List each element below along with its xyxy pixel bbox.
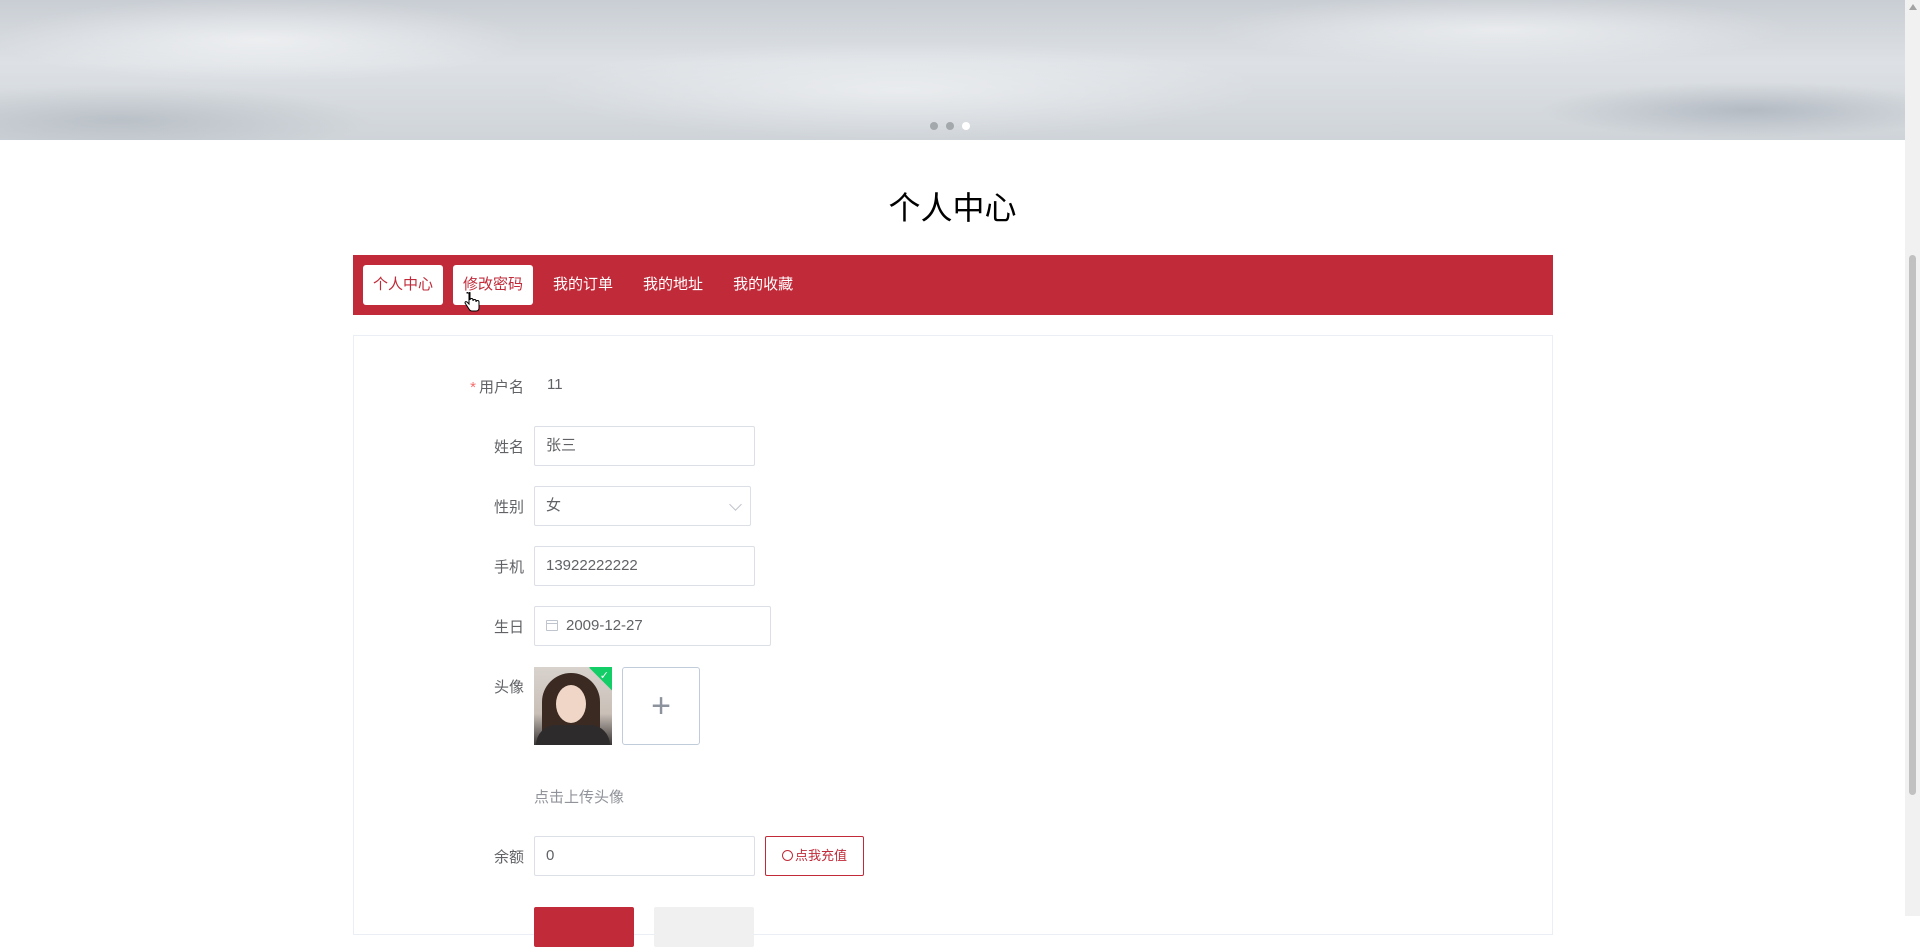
gender-select[interactable]: 女: [534, 486, 751, 526]
page-title: 个人中心: [888, 190, 1017, 226]
username-label: * 用户名: [470, 379, 524, 396]
calendar-icon: [546, 620, 558, 631]
birthday-label: 生日: [493, 619, 524, 636]
hand-cursor-icon: [464, 292, 480, 312]
avatar-label: 头像: [493, 679, 524, 696]
submit-button[interactable]: [534, 907, 634, 947]
birthday-value: 2009-12-27: [566, 617, 643, 634]
tab-my-favorites[interactable]: 我的收藏: [723, 265, 803, 305]
profile-form-card: [353, 335, 1553, 935]
tab-my-addresses[interactable]: 我的地址: [633, 265, 713, 305]
required-mark: *: [470, 379, 476, 396]
page-scrollbar[interactable]: [1905, 0, 1920, 916]
gender-label: 性别: [493, 499, 524, 516]
carousel-dot-3[interactable]: [962, 122, 970, 130]
phone-label: 手机: [493, 559, 524, 576]
coin-icon: [782, 850, 793, 861]
logout-button[interactable]: [654, 907, 754, 947]
carousel-dot-2[interactable]: [946, 122, 954, 130]
birthday-date-picker[interactable]: 2009-12-27: [534, 606, 771, 646]
banner-carousel: [0, 0, 1905, 140]
user-nav-tabs: 个人中心 修改密码 我的订单 我的地址 我的收藏: [353, 255, 1553, 315]
upload-avatar-hint: 点击上传头像: [534, 789, 625, 806]
tab-personal-center[interactable]: 个人中心: [363, 265, 444, 305]
balance-label: 余额: [493, 849, 524, 866]
name-label: 姓名: [493, 439, 524, 456]
tab-my-orders[interactable]: 我的订单: [543, 265, 623, 305]
username-value: 11: [547, 376, 563, 393]
carousel-indicators: [930, 122, 970, 130]
balance-input[interactable]: 0: [534, 836, 755, 876]
check-icon: ✓: [599, 670, 609, 682]
avatar-uploader[interactable]: +: [622, 667, 700, 745]
phone-input[interactable]: 13922222222: [534, 546, 755, 586]
chevron-down-icon: [729, 498, 742, 511]
scrollbar-thumb[interactable]: [1909, 255, 1916, 795]
avatar-image[interactable]: ✓: [534, 667, 612, 745]
gender-selected-value: 女: [546, 497, 562, 514]
scroll-up-icon[interactable]: [1909, 4, 1917, 10]
name-input[interactable]: 张三: [534, 426, 755, 466]
recharge-button[interactable]: 点我充值: [765, 836, 865, 876]
plus-icon: +: [651, 686, 671, 725]
carousel-dot-1[interactable]: [930, 122, 938, 130]
